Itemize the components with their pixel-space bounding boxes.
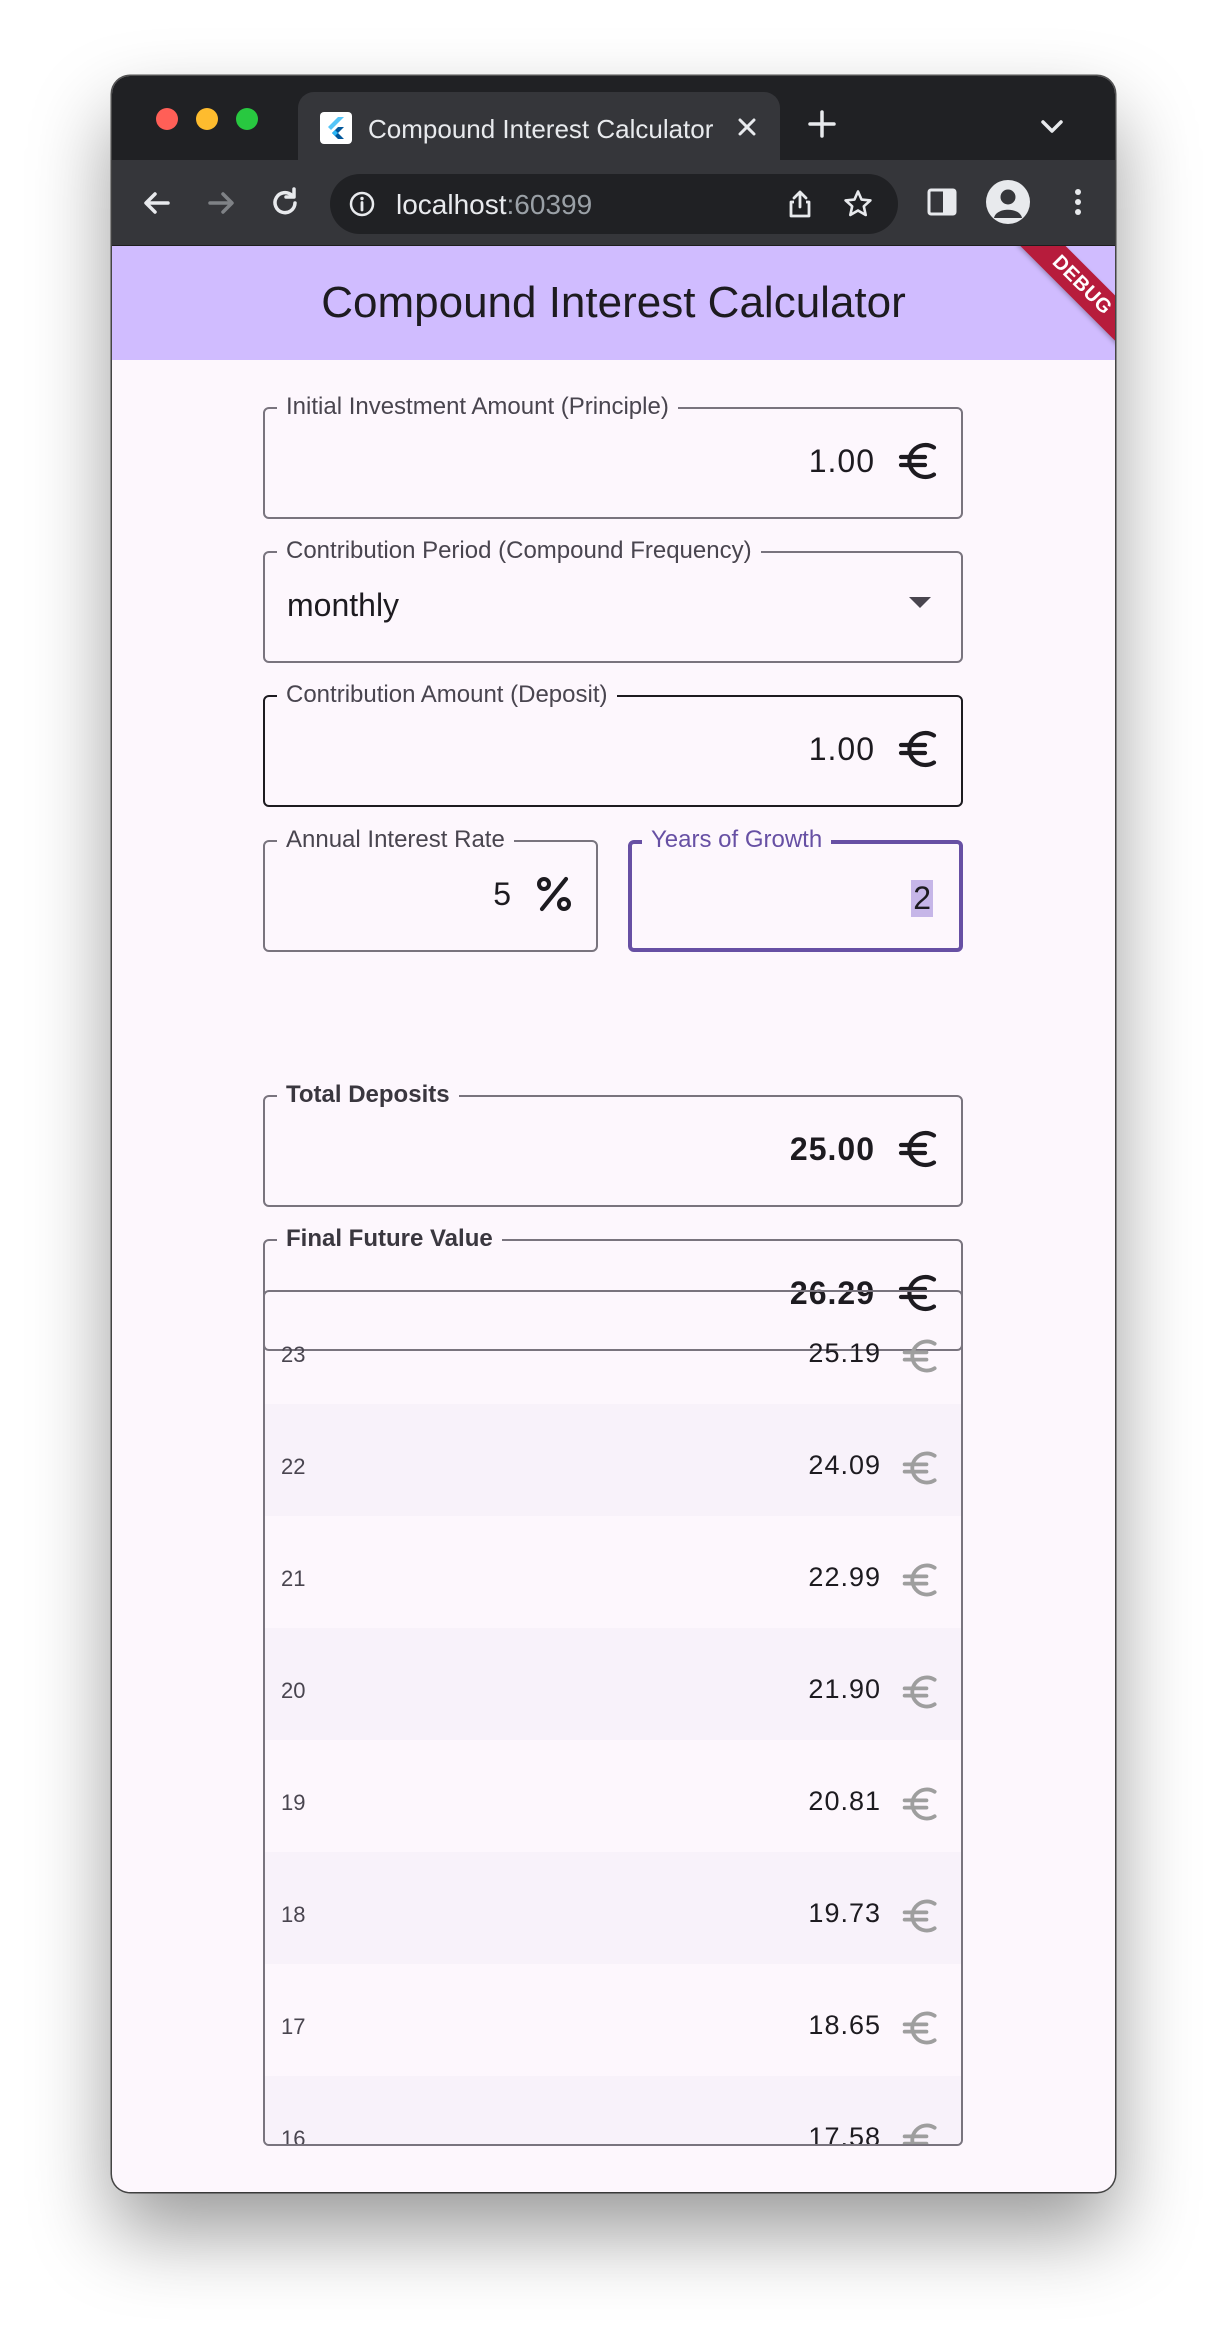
period-index: 21 xyxy=(281,1566,306,1591)
period-index: 22 xyxy=(281,1454,306,1479)
list-item: 18 19.73 xyxy=(265,1852,961,1964)
euro-icon xyxy=(901,1672,941,1712)
tab-close-icon[interactable] xyxy=(730,110,764,144)
period-amount: 22.99 xyxy=(808,1562,881,1592)
close-window-button[interactable] xyxy=(156,108,178,130)
tab-bar: Compound Interest Calculator xyxy=(112,76,1115,162)
url-port: :60399 xyxy=(506,189,593,220)
site-info-icon[interactable] xyxy=(348,190,376,218)
period-amount: 20.81 xyxy=(808,1786,881,1816)
total-deposits-label: Total Deposits xyxy=(277,1081,459,1109)
period-index: 19 xyxy=(281,1790,306,1815)
browser-window: Compound Interest Calculator localhost:6… xyxy=(112,76,1115,2192)
period-dropdown[interactable]: Contribution Period (Compound Frequency)… xyxy=(263,537,963,663)
list-item: 17 18.65 xyxy=(265,1964,961,2076)
period-selected-value[interactable]: monthly xyxy=(287,587,399,624)
new-tab-plus-icon[interactable] xyxy=(802,104,842,144)
euro-icon xyxy=(897,439,941,483)
euro-icon xyxy=(901,1896,941,1936)
future-value-label: Final Future Value xyxy=(277,1225,502,1253)
period-amount: 19.73 xyxy=(808,1898,881,1928)
euro-icon xyxy=(901,1336,941,1376)
deposit-label: Contribution Amount (Deposit) xyxy=(277,681,617,709)
back-arrow-icon[interactable] xyxy=(136,182,178,224)
years-label: Years of Growth xyxy=(642,826,832,854)
interest-rate-label: Annual Interest Rate xyxy=(277,826,514,854)
period-index: 23 xyxy=(281,1342,306,1367)
forward-arrow-icon[interactable] xyxy=(200,182,242,224)
years-value[interactable]: 2 xyxy=(911,880,933,917)
period-label: Contribution Period (Compound Frequency) xyxy=(277,537,761,565)
list-item: 16 17.58 xyxy=(265,2076,961,2146)
tab-title: Compound Interest Calculator xyxy=(368,114,714,144)
period-amount: 21.90 xyxy=(808,1674,881,1704)
interest-rate-field[interactable]: Annual Interest Rate 5 xyxy=(263,826,598,952)
deposit-field[interactable]: Contribution Amount (Deposit) 1.00 xyxy=(263,681,963,807)
browser-toolbar: localhost:60399 xyxy=(112,160,1115,246)
deposit-value[interactable]: 1.00 xyxy=(809,731,875,768)
principal-label: Initial Investment Amount (Principle) xyxy=(277,393,678,421)
period-index: 17 xyxy=(281,2014,306,2039)
browser-menu-icon[interactable] xyxy=(1060,184,1096,220)
flutter-favicon-icon xyxy=(320,112,352,144)
address-bar[interactable]: localhost:60399 xyxy=(330,174,898,234)
principal-value[interactable]: 1.00 xyxy=(809,443,875,480)
list-item: 22 24.09 xyxy=(265,1404,961,1516)
period-index: 18 xyxy=(281,1902,306,1927)
period-index: 20 xyxy=(281,1678,306,1703)
maximize-window-button[interactable] xyxy=(236,108,258,130)
dropdown-arrow-icon[interactable] xyxy=(909,597,931,608)
euro-icon xyxy=(897,727,941,771)
euro-icon xyxy=(901,1448,941,1488)
euro-icon xyxy=(901,1784,941,1824)
euro-icon xyxy=(901,2008,941,2048)
minimize-window-button[interactable] xyxy=(196,108,218,130)
url-text: localhost:60399 xyxy=(396,189,592,221)
period-amount: 18.65 xyxy=(808,2010,881,2040)
bookmark-star-icon[interactable] xyxy=(842,188,874,220)
euro-icon xyxy=(897,1127,941,1171)
app-bar: Compound Interest Calculator DEBUG xyxy=(112,246,1115,360)
euro-icon xyxy=(901,1560,941,1600)
total-deposits-value: 25.00 xyxy=(789,1131,875,1167)
browser-tab[interactable]: Compound Interest Calculator xyxy=(298,92,780,162)
list-item: 23 25.19 xyxy=(265,1292,961,1404)
share-icon[interactable] xyxy=(784,188,816,220)
side-panel-icon[interactable] xyxy=(924,184,960,220)
tab-search-chevron-down-icon[interactable] xyxy=(1032,106,1072,146)
list-item: 20 21.90 xyxy=(265,1628,961,1740)
growth-history-list[interactable]: 23 25.19 22 24.09 21 22.99 20 21.90 19 20.81 18 19.… xyxy=(263,1290,963,2146)
period-amount: 25.19 xyxy=(808,1338,881,1368)
period-index: 16 xyxy=(281,2126,306,2146)
url-host: localhost xyxy=(396,189,507,220)
period-amount: 17.58 xyxy=(808,2122,881,2146)
list-item: 19 20.81 xyxy=(265,1740,961,1852)
list-item: 21 22.99 xyxy=(265,1516,961,1628)
percent-icon xyxy=(532,872,576,916)
reload-icon[interactable] xyxy=(264,182,306,224)
total-deposits-field: Total Deposits 25.00 xyxy=(263,1081,963,1207)
interest-rate-value[interactable]: 5 xyxy=(493,876,512,913)
euro-icon xyxy=(901,2120,941,2144)
profile-avatar-icon[interactable] xyxy=(986,180,1030,224)
page-title: Compound Interest Calculator xyxy=(321,278,906,327)
years-field[interactable]: Years of Growth 2 xyxy=(628,826,963,952)
principal-field[interactable]: Initial Investment Amount (Principle) 1.… xyxy=(263,393,963,519)
period-amount: 24.09 xyxy=(808,1450,881,1480)
